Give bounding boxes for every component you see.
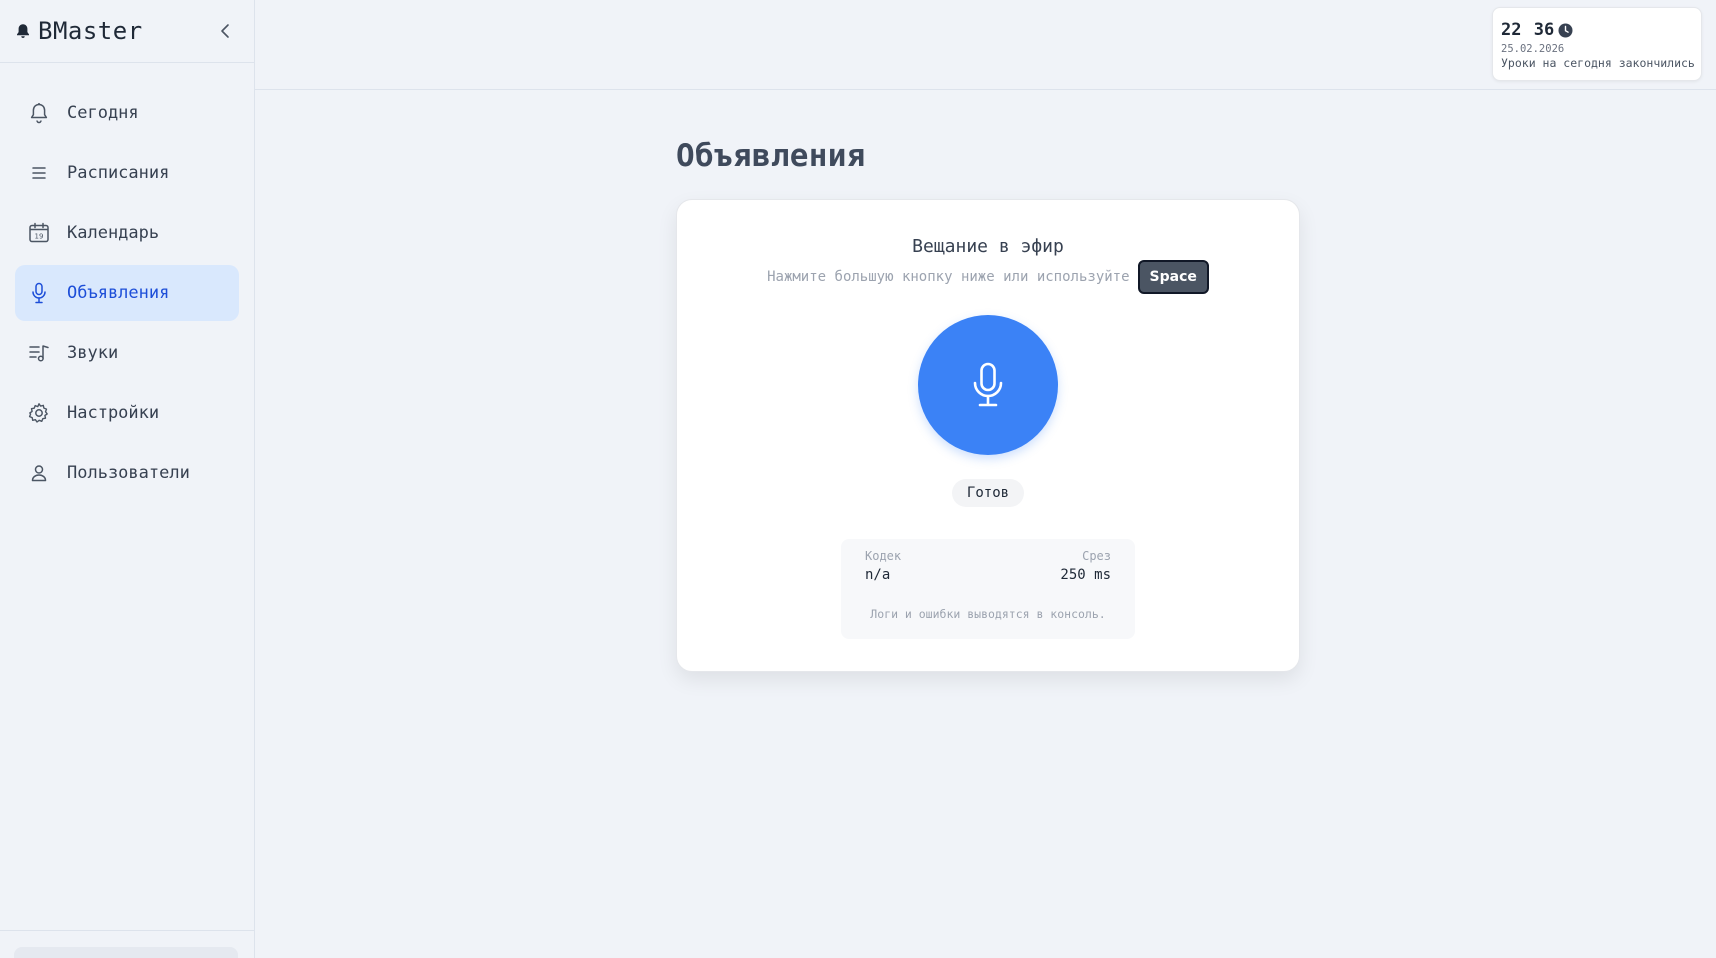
broadcast-hint: Нажмите большую кнопку ниже или использу… xyxy=(677,260,1299,294)
sidebar: BMaster Сегодня Расписания 19 Календарь … xyxy=(0,0,255,958)
calendar-icon-day: 19 xyxy=(35,233,44,241)
page-title: Объявления xyxy=(676,138,866,174)
sidebar-footer xyxy=(0,930,255,958)
sidebar-item-label: Звуки xyxy=(67,343,119,363)
sidebar-nav: Сегодня Расписания 19 Календарь Объявлен… xyxy=(0,63,254,501)
console-note: Логи и ошибки выводятся в консоль. xyxy=(870,607,1106,621)
clock-status: Уроки на сегодня закончились xyxy=(1501,56,1695,70)
status-badge: Готов xyxy=(952,479,1024,507)
sidebar-item-today[interactable]: Сегодня xyxy=(15,85,239,141)
codec-value: n/a xyxy=(865,567,891,583)
sidebar-item-label: Сегодня xyxy=(67,103,139,123)
sidebar-item-users[interactable]: Пользователи xyxy=(15,445,239,501)
sidebar-item-label: Объявления xyxy=(67,283,170,303)
sidebar-item-label: Календарь xyxy=(67,223,160,243)
microphone-icon xyxy=(28,282,50,304)
calendar-icon: 19 xyxy=(28,222,50,244)
sidebar-item-label: Расписания xyxy=(67,163,170,183)
topbar: 22 36 25.02.2026 Уроки на сегодня законч… xyxy=(255,0,1716,90)
sidebar-item-settings[interactable]: Настройки xyxy=(15,385,239,441)
codec-label: Кодек xyxy=(865,549,902,563)
clock-time: 22 36 xyxy=(1501,20,1555,40)
user-icon xyxy=(28,462,50,484)
sidebar-item-calendar[interactable]: 19 Календарь xyxy=(15,205,239,261)
clock-widget: 22 36 25.02.2026 Уроки на сегодня законч… xyxy=(1492,7,1702,81)
sidebar-item-sounds[interactable]: Звуки xyxy=(15,325,239,381)
clock-icon xyxy=(1558,23,1573,38)
playlist-music-icon xyxy=(28,342,50,364)
clock-date: 25.02.2026 xyxy=(1501,43,1565,55)
sidebar-item-announcements[interactable]: Объявления xyxy=(15,265,239,321)
broadcast-card: Вещание в эфир Нажмите большую кнопку ни… xyxy=(676,199,1300,672)
sidebar-header: BMaster xyxy=(0,0,254,63)
list-icon xyxy=(28,162,50,184)
sidebar-item-schedules[interactable]: Расписания xyxy=(15,145,239,201)
collapse-sidebar-button[interactable] xyxy=(214,20,236,42)
chevron-left-icon xyxy=(221,24,229,38)
microphone-icon xyxy=(973,362,1003,407)
broadcast-hint-text: Нажмите большую кнопку ниже или использу… xyxy=(767,269,1130,285)
stream-info-panel: Кодек n/a Срез 250 ms Логи и ошибки выво… xyxy=(841,539,1135,639)
broadcast-title: Вещание в эфир xyxy=(912,236,1064,257)
slice-label: Срез xyxy=(1082,549,1111,563)
sidebar-item-label: Настройки xyxy=(67,403,160,423)
broadcast-mic-button[interactable] xyxy=(918,315,1058,455)
brand-name: BMaster xyxy=(38,17,143,45)
gear-icon xyxy=(28,402,50,424)
app-root: BMaster Сегодня Расписания 19 Календарь … xyxy=(0,0,1716,958)
sidebar-footer-item[interactable] xyxy=(14,947,238,958)
bell-filled-icon xyxy=(16,23,30,39)
sidebar-item-label: Пользователи xyxy=(67,463,190,483)
slice-value: 250 ms xyxy=(1060,567,1111,583)
bell-icon xyxy=(28,102,50,124)
space-key-badge: Space xyxy=(1137,260,1209,294)
